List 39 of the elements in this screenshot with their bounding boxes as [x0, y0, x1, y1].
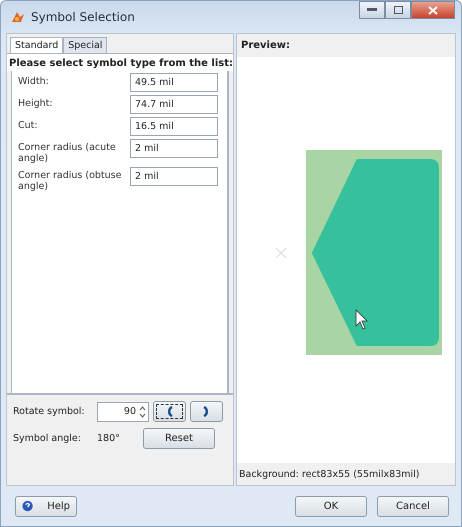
field-label: Cut: [18, 119, 39, 131]
status-text: Background: rect83x55 (55milx83mil) [237, 463, 455, 485]
field-label: Width: [18, 75, 50, 87]
rotate-label: Rotate symbol: [13, 406, 86, 417]
origin-marker-icon [275, 247, 287, 259]
field-label: Corner radius (acute angle) [18, 141, 117, 164]
help-icon [22, 500, 34, 512]
ok-button[interactable]: OK [295, 496, 367, 516]
input-field[interactable]: 2 mil [130, 167, 218, 186]
input-field[interactable]: 74.7 mil [130, 95, 218, 114]
maximize-icon [394, 6, 402, 14]
help-button[interactable]: Help [15, 496, 77, 516]
rotate-right-icon [202, 406, 211, 417]
maximize-button[interactable] [385, 1, 411, 19]
input-field[interactable]: 2 mil [130, 139, 218, 158]
close-icon [428, 6, 438, 14]
tab[interactable]: Special [63, 37, 108, 53]
tab[interactable]: Standard [10, 37, 64, 53]
rotate-spinbox[interactable]: 90 [97, 402, 149, 422]
angle-label: Symbol angle: [13, 433, 82, 444]
close-button[interactable] [411, 1, 455, 19]
field-label: Corner radius (obtuse angle) [18, 169, 122, 192]
spin-arrows-icon [139, 404, 146, 418]
rotate-left-icon [165, 406, 174, 417]
minimize-icon [367, 8, 377, 12]
rotate-button[interactable] [190, 401, 223, 422]
input-field[interactable]: 49.5 mil [130, 73, 218, 92]
angle-value: 180° [97, 433, 121, 444]
reset-button[interactable]: Reset [143, 428, 215, 449]
app-icon [11, 10, 25, 24]
cancel-button[interactable]: Cancel [377, 496, 449, 516]
cursor-icon [356, 309, 368, 330]
minimize-button[interactable] [359, 1, 385, 19]
window-title: Symbol Selection [31, 10, 136, 24]
list-heading: Please select symbol type from the list: [7, 53, 233, 71]
field-label: Height: [18, 97, 54, 109]
input-field[interactable]: 16.5 mil [130, 117, 218, 136]
rotate-button[interactable] [153, 401, 186, 422]
preview-title: Preview: [237, 34, 455, 57]
